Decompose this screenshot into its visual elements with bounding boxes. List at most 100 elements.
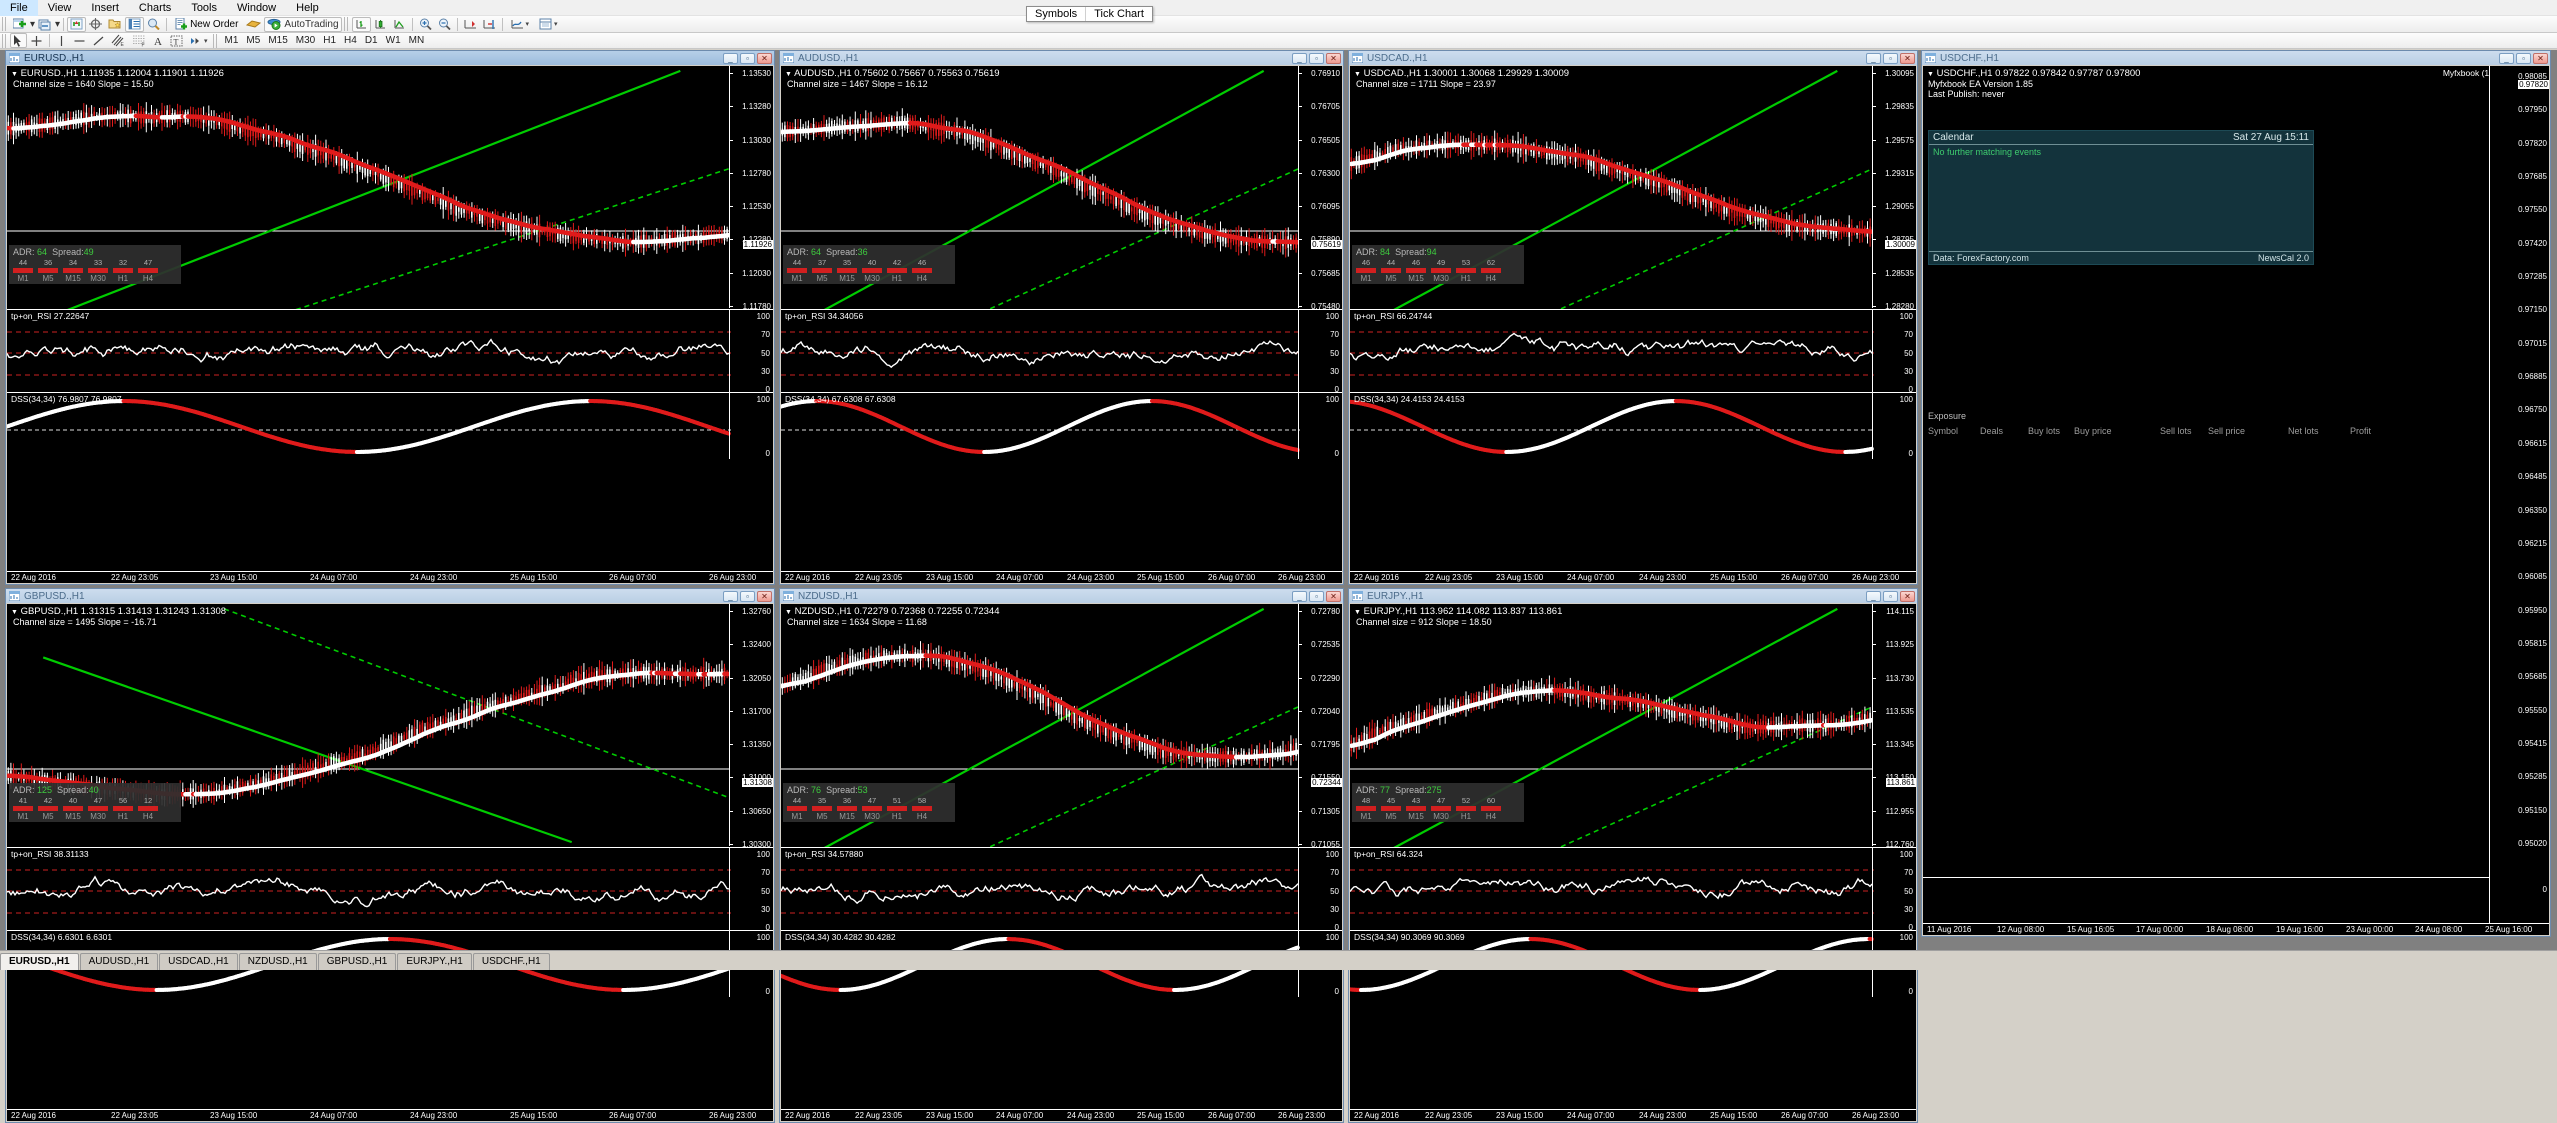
templates-dropdown-icon[interactable]: ▾ bbox=[554, 20, 558, 28]
popup-tab-tick-chart[interactable]: Tick Chart bbox=[1086, 7, 1152, 21]
price-scale[interactable]: 1.13530 1.13280 1.13030 1.12780 1.12530 … bbox=[729, 66, 773, 308]
chart-titlebar[interactable]: USDCAD.,H1 _ ▫ ✕ bbox=[1349, 51, 1917, 65]
chart-window-audusd[interactable]: AUDUSD.,H1 _ ▫ ✕ ▼ AUDUSD.,H1 0.756 bbox=[779, 50, 1344, 585]
bar-chart-button[interactable] bbox=[352, 17, 371, 32]
minimize-button[interactable]: _ bbox=[1866, 591, 1881, 602]
minimize-button[interactable]: _ bbox=[1866, 53, 1881, 64]
price-scale[interactable]: 1.32760 1.32400 1.32050 1.31700 1.31350 … bbox=[729, 604, 773, 846]
dss-subwindow[interactable]: DSS(34,34) 24.4153 24.4153 1000 bbox=[1350, 392, 1916, 459]
chart-canvas[interactable]: ▼ GBPUSD.,H1 1.31315 1.31413 1.31243 1.3… bbox=[7, 604, 773, 1121]
data-window-button[interactable] bbox=[86, 17, 105, 32]
price-scale[interactable]: 0.72780 0.72535 0.72290 0.72040 0.71795 … bbox=[1298, 604, 1342, 846]
indicators-button[interactable]: ▾ bbox=[506, 17, 535, 32]
close-button[interactable]: ✕ bbox=[1326, 591, 1341, 602]
price-scale[interactable]: 0.980850.979500.978200.976850.975500.974… bbox=[2489, 66, 2549, 935]
price-scale[interactable]: 0.76910 0.76705 0.76505 0.76300 0.76095 … bbox=[1298, 66, 1342, 308]
close-button[interactable]: ✕ bbox=[1900, 591, 1915, 602]
maximize-button[interactable]: ▫ bbox=[2516, 53, 2531, 64]
chart-titlebar[interactable]: EURJPY.,H1 _ ▫ ✕ bbox=[1349, 589, 1917, 603]
vertical-line-tool[interactable] bbox=[53, 33, 70, 48]
chart-titlebar[interactable]: GBPUSD.,H1 _ ▫ ✕ bbox=[6, 589, 774, 603]
chart-window-nzdusd[interactable]: NZDUSD.,H1 _ ▫ ✕ ▼ NZDUSD.,H1 0.722 bbox=[779, 588, 1344, 1123]
chart-shift-button[interactable] bbox=[480, 17, 499, 32]
rsi-subwindow[interactable]: tp+on_RSI 64.324 1007050300 bbox=[1350, 847, 1916, 930]
timeframe-m15[interactable]: M15 bbox=[264, 34, 291, 48]
popup-tab-symbols[interactable]: Symbols bbox=[1027, 7, 1086, 21]
menu-item-help[interactable]: Help bbox=[286, 0, 329, 16]
chart-canvas[interactable]: ▼ EURJPY.,H1 113.962 114.082 113.837 113… bbox=[1350, 604, 1916, 1121]
timeframe-m1[interactable]: M1 bbox=[221, 34, 243, 48]
timeframe-mn[interactable]: MN bbox=[405, 34, 429, 48]
rsi-subwindow[interactable]: tp+on_RSI 38.31133 1007050300 bbox=[7, 847, 773, 930]
timeframe-d1[interactable]: D1 bbox=[361, 34, 382, 48]
rsi-subwindow[interactable]: tp+on_RSI 34.57880 1007050300 bbox=[781, 847, 1342, 930]
price-scale[interactable]: 114.115 113.925 113.730 113.535 113.345 … bbox=[1872, 604, 1916, 846]
timeframe-h1[interactable]: H1 bbox=[319, 34, 340, 48]
chart-canvas[interactable]: ▼ EURUSD.,H1 1.11935 1.12004 1.11901 1.1… bbox=[7, 66, 773, 583]
candlestick-chart-button[interactable] bbox=[371, 17, 390, 32]
text-label-tool[interactable]: T bbox=[167, 33, 186, 48]
minimize-button[interactable]: _ bbox=[1292, 591, 1307, 602]
chart-tab-eurusd[interactable]: EURUSD.,H1 bbox=[0, 953, 79, 970]
rsi-subwindow[interactable]: tp+on_RSI 34.34056 1007050300 bbox=[781, 309, 1342, 392]
timeframe-m30[interactable]: M30 bbox=[292, 34, 319, 48]
chart-tab-audusd[interactable]: AUDUSD.,H1 bbox=[80, 953, 159, 970]
chart-canvas[interactable]: ▼ USDCAD.,H1 1.30001 1.30068 1.29929 1.3… bbox=[1350, 66, 1916, 583]
timeframe-m5[interactable]: M5 bbox=[242, 34, 264, 48]
cursor-tool[interactable] bbox=[10, 33, 27, 48]
chart-titlebar[interactable]: USDCHF.,H1 _ ▫ ✕ bbox=[1922, 51, 2550, 65]
metaeditor-button[interactable] bbox=[243, 17, 264, 32]
time-scale[interactable]: 22 Aug 201622 Aug 23:0523 Aug 15:0024 Au… bbox=[781, 571, 1342, 583]
profiles-button[interactable] bbox=[35, 17, 55, 32]
indicators-dropdown-icon[interactable]: ▾ bbox=[526, 20, 530, 28]
rsi-subwindow[interactable]: tp+on_RSI 27.22647 1007050300 bbox=[7, 309, 773, 392]
time-scale[interactable]: 22 Aug 201622 Aug 23:0523 Aug 15:0024 Au… bbox=[781, 1109, 1342, 1121]
price-scale[interactable]: 1.30095 1.29835 1.29575 1.29315 1.29055 … bbox=[1872, 66, 1916, 308]
chart-tab-usdcad[interactable]: USDCAD.,H1 bbox=[159, 953, 238, 970]
calendar-widget[interactable]: Calendar Sat 27 Aug 15:11 No further mat… bbox=[1928, 130, 2314, 265]
chart-window-eurusd[interactable]: EURUSD.,H1 _ ▫ ✕ ▼ EURUSD.,H1 1.119 bbox=[5, 50, 775, 585]
chart-collapse-icon[interactable]: ▼ bbox=[1927, 71, 1934, 78]
chart-canvas[interactable]: ▼ USDCHF.,H1 0.97822 0.97842 0.97787 0.9… bbox=[1923, 66, 2549, 935]
timeframe-h4[interactable]: H4 bbox=[340, 34, 361, 48]
terminal-button[interactable] bbox=[125, 17, 144, 32]
close-button[interactable]: ✕ bbox=[1326, 53, 1341, 64]
menu-item-window[interactable]: Window bbox=[227, 0, 286, 16]
maximize-button[interactable]: ▫ bbox=[1309, 53, 1324, 64]
dss-subwindow[interactable]: DSS(34,34) 67.6308 67.6308 1000 bbox=[781, 392, 1342, 459]
chart-collapse-icon[interactable]: ▼ bbox=[1354, 71, 1361, 78]
rsi-subwindow[interactable]: tp+on_RSI 66.24744 1007050300 bbox=[1350, 309, 1916, 392]
menu-item-tools[interactable]: Tools bbox=[181, 0, 227, 16]
maximize-button[interactable]: ▫ bbox=[1883, 53, 1898, 64]
dss-subwindow[interactable]: DSS(34,34) 76.9807 76.9807 1000 bbox=[7, 392, 773, 459]
maximize-button[interactable]: ▫ bbox=[740, 53, 755, 64]
templates-button[interactable]: ▾ bbox=[534, 17, 563, 32]
maximize-button[interactable]: ▫ bbox=[1883, 591, 1898, 602]
toolbar-grip[interactable] bbox=[2, 17, 8, 31]
time-scale[interactable]: 22 Aug 201622 Aug 23:0523 Aug 15:0024 Au… bbox=[1350, 571, 1916, 583]
chart-window-usdchf[interactable]: USDCHF.,H1 _ ▫ ✕ ▼ USDCHF.,H1 0.97822 0.… bbox=[1921, 50, 2551, 937]
chart-canvas[interactable]: ▼ AUDUSD.,H1 0.75602 0.75667 0.75563 0.7… bbox=[781, 66, 1342, 583]
chart-window-eurjpy[interactable]: EURJPY.,H1 _ ▫ ✕ ▼ EURJPY.,H1 113.9 bbox=[1348, 588, 1918, 1123]
auto-scroll-button[interactable] bbox=[461, 17, 480, 32]
autotrading-button[interactable]: AutoTrading bbox=[264, 17, 341, 32]
zoom-in-button[interactable] bbox=[416, 17, 435, 32]
chart-collapse-icon[interactable]: ▼ bbox=[785, 71, 792, 78]
chart-titlebar[interactable]: AUDUSD.,H1 _ ▫ ✕ bbox=[780, 51, 1343, 65]
chart-titlebar[interactable]: NZDUSD.,H1 _ ▫ ✕ bbox=[780, 589, 1343, 603]
market-watch-button[interactable] bbox=[67, 17, 86, 32]
chart-tab-usdchf[interactable]: USDCHF.,H1 bbox=[473, 953, 550, 970]
shapes-tool[interactable]: ▾ bbox=[186, 33, 211, 48]
equidistant-channel-tool[interactable]: E bbox=[108, 33, 129, 48]
time-scale[interactable]: 22 Aug 201622 Aug 23:0523 Aug 15:0024 Au… bbox=[7, 571, 773, 583]
chart-canvas[interactable]: ▼ NZDUSD.,H1 0.72279 0.72368 0.72255 0.7… bbox=[781, 604, 1342, 1121]
chart-tab-gbpusd[interactable]: GBPUSD.,H1 bbox=[318, 953, 397, 970]
navigator-button[interactable] bbox=[105, 17, 125, 32]
close-button[interactable]: ✕ bbox=[2533, 53, 2548, 64]
new-order-button[interactable]: New Order bbox=[170, 17, 243, 32]
text-tool[interactable]: A bbox=[150, 33, 167, 48]
minimize-button[interactable]: _ bbox=[723, 53, 738, 64]
fibonacci-tool[interactable]: F bbox=[129, 33, 150, 48]
time-scale[interactable]: 11 Aug 201612 Aug 08:0015 Aug 16:0517 Au… bbox=[1923, 923, 2549, 935]
maximize-button[interactable]: ▫ bbox=[1309, 591, 1324, 602]
